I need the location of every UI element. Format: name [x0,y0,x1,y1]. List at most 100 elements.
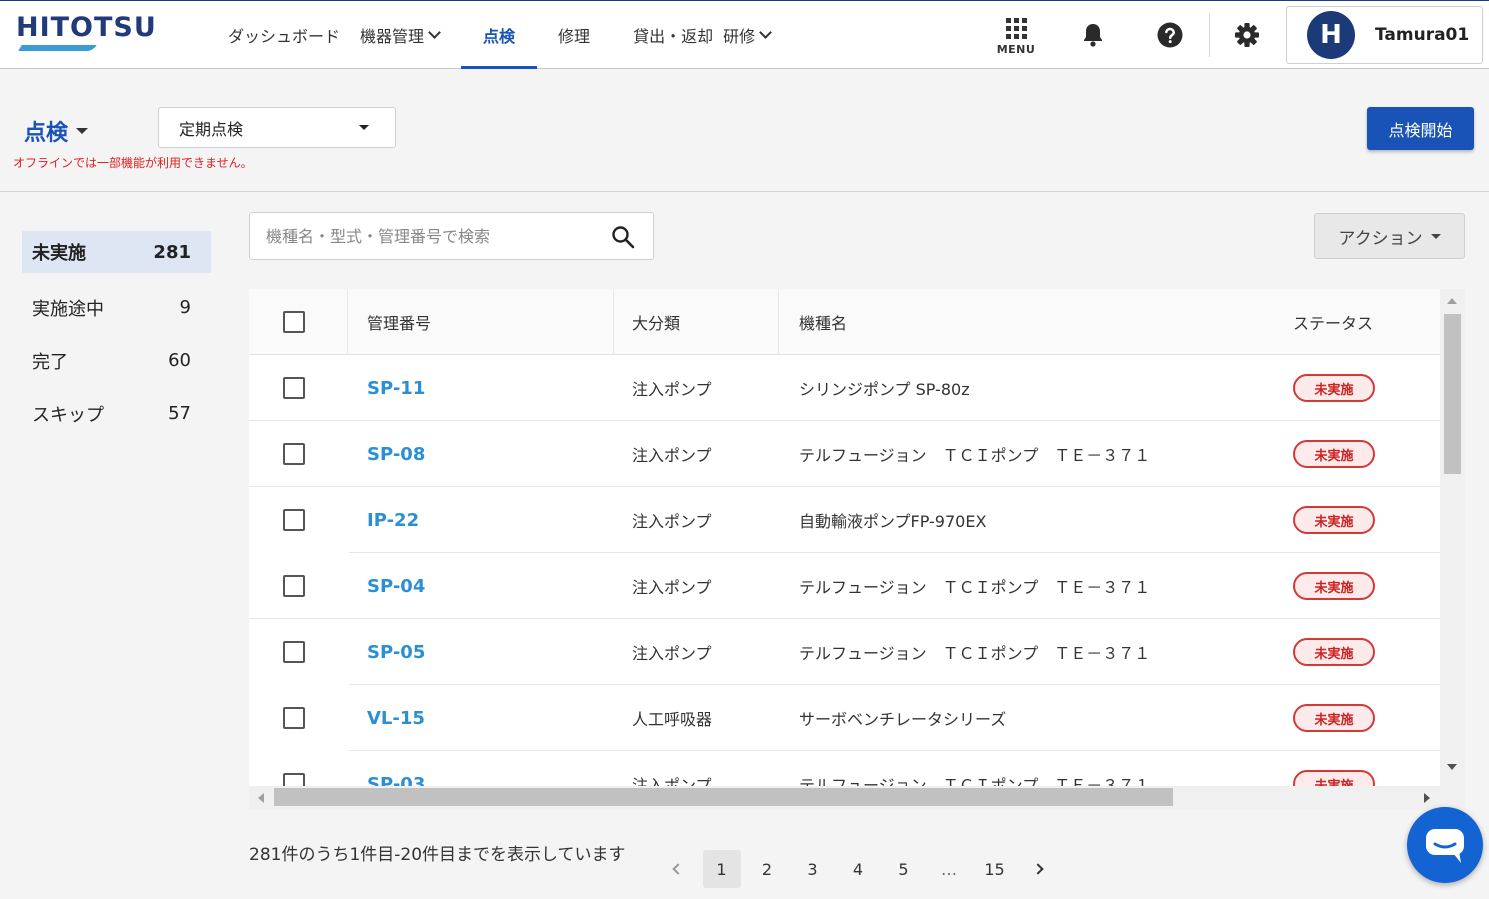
pagination-page[interactable]: 3 [794,850,832,888]
bell-icon [1084,24,1102,47]
column-header-id[interactable]: 管理番号 [367,289,431,355]
pagination-page[interactable]: 2 [748,850,786,888]
nav-training[interactable]: 研修 [723,1,780,69]
table-row[interactable]: SP-11 注入ポンプ シリンジポンプ SP-80z 未実施 [249,355,1440,421]
row-category: 注入ポンプ [632,512,712,531]
scroll-up-arrow-icon[interactable] [1447,298,1457,304]
hitotsu-logo[interactable]: HITOTSU [16,13,157,51]
status-badge: 未実施 [1293,638,1375,666]
pagination-prev-button[interactable] [657,850,695,888]
settings-button[interactable] [1233,1,1261,69]
column-header-status[interactable]: ステータス [1293,289,1373,355]
action-label: アクション [1338,228,1423,249]
pagination-page[interactable]: 15 [976,850,1014,888]
filter-skipped[interactable]: スキップ 57 [22,387,211,440]
row-checkbox[interactable] [283,377,305,399]
nav-lending[interactable]: 貸出・返却 [623,1,723,69]
select-all-checkbox[interactable] [283,311,305,333]
pagination-page[interactable]: 4 [839,850,877,888]
user-menu[interactable]: H Tamura01 [1286,6,1483,64]
top-bar: HITOTSU ダッシュボード 機器管理 点検 修理 貸出・返却 研修 MENU [0,0,1489,69]
row-model: シリンジポンプ SP-80z [799,380,970,399]
table-row[interactable]: SP-03 注入ポンプ テルフュージョン ＴＣＩポンプ ＴＥ－３７１ 未実施 [249,751,1440,786]
row-id-link[interactable]: IP-22 [367,487,419,553]
table-row[interactable]: SP-05 注入ポンプ テルフュージョン ＴＣＩポンプ ＴＥ－３７１ 未実施 [249,619,1440,685]
inspection-type-select[interactable]: 定期点検 [158,107,396,148]
filter-completed[interactable]: 完了 60 [22,334,211,387]
row-checkbox[interactable] [283,641,305,663]
row-id-link[interactable]: SP-08 [367,421,425,487]
inspection-table: 管理番号 大分類 機種名 ステータス SP-11 注入ポンプ シリンジポンプ S… [249,289,1465,810]
column-header-model[interactable]: 機種名 [799,289,847,355]
row-checkbox[interactable] [283,575,305,597]
help-button[interactable] [1156,1,1184,69]
header-select-all-cell [283,289,305,355]
row-id-link[interactable]: SP-11 [367,355,425,421]
row-id-link[interactable]: SP-04 [367,553,425,619]
nav-equipment[interactable]: 機器管理 [350,1,449,69]
logo-underline [18,45,97,51]
row-checkbox[interactable] [283,509,305,531]
inspection-type-value: 定期点検 [179,119,244,139]
row-model: テルフュージョン ＴＣＩポンプ ＴＥ－３７１ [799,578,1151,597]
row-checkbox[interactable] [283,443,305,465]
filter-count: 281 [153,241,191,263]
search-input[interactable] [266,213,596,259]
offline-warning: オフラインでは一部機能が利用できません。 [13,156,253,170]
chevron-down-icon [428,26,441,39]
filter-in-progress[interactable]: 実施途中 9 [22,281,211,334]
pagination-page[interactable]: 1 [702,850,741,888]
notifications-button[interactable] [1079,1,1107,69]
page-title-dropdown[interactable]: 点検 [24,115,89,147]
status-badge: 未実施 [1293,704,1375,732]
page-title: 点検 [24,121,69,146]
row-id-link[interactable]: SP-03 [367,751,425,787]
table-row[interactable]: SP-08 注入ポンプ テルフュージョン ＴＣＩポンプ ＴＥ－３７１ 未実施 [249,421,1440,487]
nav-repair[interactable]: 修理 [547,1,601,69]
column-separator [347,289,348,355]
gear-icon [1235,23,1259,47]
table-row[interactable]: SP-04 注入ポンプ テルフュージョン ＴＣＩポンプ ＴＥ－３７１ 未実施 [249,553,1440,619]
row-id-link[interactable]: SP-05 [367,619,425,685]
nav-equipment-label: 機器管理 [360,27,425,46]
row-id-link[interactable]: VL-15 [367,685,425,751]
pagination-ellipsis: … [941,859,957,879]
row-checkbox[interactable] [283,773,305,786]
row-checkbox[interactable] [283,707,305,729]
row-category: 注入ポンプ [632,446,712,465]
column-separator [778,289,779,355]
action-dropdown-button[interactable]: アクション [1314,213,1465,259]
table-row[interactable]: VL-15 人工呼吸器 サーボベンチレータシリーズ 未実施 [249,685,1440,751]
nav-dashboard[interactable]: ダッシュボード [216,1,350,69]
table-row[interactable]: IP-22 注入ポンプ 自動輸液ポンプFP-970EX 未実施 [249,487,1440,553]
start-inspection-button[interactable]: 点検開始 [1367,107,1474,150]
status-badge: 未実施 [1293,506,1375,534]
filter-count: 57 [168,403,191,424]
horizontal-scrollbar[interactable] [249,786,1440,810]
app-menu-button[interactable]: MENU [996,1,1036,69]
horizontal-scroll-thumb[interactable] [274,788,1173,806]
vertical-scroll-thumb[interactable] [1444,314,1461,474]
filter-count: 60 [168,350,191,371]
filter-count: 9 [179,297,191,318]
scroll-left-arrow-icon[interactable] [258,793,264,803]
filter-label: 完了 [32,351,68,373]
search-icon[interactable] [611,225,635,249]
column-header-category[interactable]: 大分類 [632,289,680,355]
row-model: サーボベンチレータシリーズ [799,710,1007,729]
chevron-right-icon [1032,863,1044,875]
vertical-scrollbar[interactable] [1440,289,1465,786]
table-header: 管理番号 大分類 機種名 ステータス [249,289,1440,355]
avatar: H [1307,11,1355,59]
pagination-next-button[interactable] [1021,850,1059,888]
scroll-down-arrow-icon[interactable] [1447,764,1457,770]
caret-down-icon [359,125,369,130]
caret-down-icon [1430,233,1441,239]
page-title-row: 点検 オフラインでは一部機能が利用できません。 定期点検 点検開始 [0,69,1489,192]
column-separator [613,289,614,355]
filter-not-started[interactable]: 未実施 281 [22,231,211,273]
scroll-right-arrow-icon[interactable] [1424,793,1430,803]
pagination-page[interactable]: 5 [885,850,923,888]
nav-inspection[interactable]: 点検 [461,1,538,69]
chat-support-button[interactable] [1407,807,1483,883]
